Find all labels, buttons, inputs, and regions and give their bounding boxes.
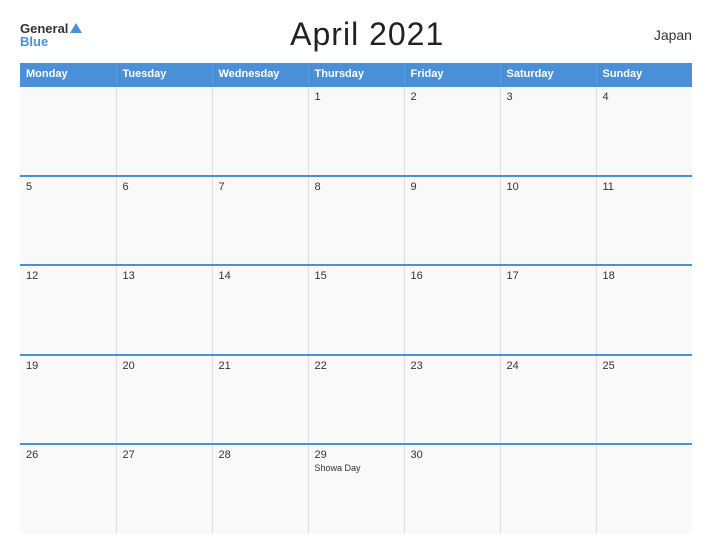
calendar-table: Monday Tuesday Wednesday Thursday Friday… [20, 63, 692, 534]
col-sunday: Sunday [596, 63, 692, 86]
day-number: 26 [26, 449, 110, 461]
day-cell: 24 [500, 355, 596, 445]
day-cell [20, 86, 116, 176]
day-cell: 14 [212, 265, 308, 355]
day-cell: 3 [500, 86, 596, 176]
day-cell: 22 [308, 355, 404, 445]
country-label: Japan [652, 27, 692, 43]
table-row: 5 6 7 8 9 10 11 [20, 176, 692, 266]
day-cell: 9 [404, 176, 500, 266]
col-monday: Monday [20, 63, 116, 86]
day-number: 21 [219, 360, 302, 372]
day-number: 28 [219, 449, 302, 461]
day-cell: 26 [20, 444, 116, 534]
day-number: 16 [411, 270, 494, 282]
day-number: 15 [315, 270, 398, 282]
day-cell: 5 [20, 176, 116, 266]
col-thursday: Thursday [308, 63, 404, 86]
day-event: Showa Day [315, 463, 398, 473]
day-cell: 8 [308, 176, 404, 266]
logo-blue-text: Blue [20, 35, 48, 48]
header: General Blue April 2021 Japan [20, 16, 692, 53]
day-number: 30 [411, 449, 494, 461]
day-cell: 11 [596, 176, 692, 266]
table-row: 19 20 21 22 23 24 25 [20, 355, 692, 445]
day-number: 22 [315, 360, 398, 372]
day-number: 19 [26, 360, 110, 372]
col-wednesday: Wednesday [212, 63, 308, 86]
day-number: 6 [123, 181, 206, 193]
day-number: 7 [219, 181, 302, 193]
calendar-page: General Blue April 2021 Japan Monday Tue… [0, 0, 712, 550]
col-friday: Friday [404, 63, 500, 86]
day-number: 1 [315, 91, 398, 103]
day-cell: 13 [116, 265, 212, 355]
day-cell: 10 [500, 176, 596, 266]
day-number: 20 [123, 360, 206, 372]
day-number: 25 [603, 360, 687, 372]
day-number: 3 [507, 91, 590, 103]
day-number: 5 [26, 181, 110, 193]
day-cell: 27 [116, 444, 212, 534]
day-cell: 7 [212, 176, 308, 266]
day-cell: 23 [404, 355, 500, 445]
logo-triangle-icon [70, 23, 82, 33]
day-number: 17 [507, 270, 590, 282]
day-number: 2 [411, 91, 494, 103]
logo-general-text: General [20, 22, 82, 35]
col-saturday: Saturday [500, 63, 596, 86]
day-number: 10 [507, 181, 590, 193]
day-number: 11 [603, 181, 687, 193]
day-cell: 4 [596, 86, 692, 176]
day-number: 23 [411, 360, 494, 372]
logo: General Blue [20, 22, 82, 48]
table-row: 1 2 3 4 [20, 86, 692, 176]
day-number: 4 [603, 91, 687, 103]
day-cell: 25 [596, 355, 692, 445]
day-cell: 28 [212, 444, 308, 534]
day-number: 14 [219, 270, 302, 282]
day-cell: 1 [308, 86, 404, 176]
day-cell: 17 [500, 265, 596, 355]
day-number: 8 [315, 181, 398, 193]
table-row: 26 27 28 29 Showa Day 30 [20, 444, 692, 534]
day-cell: 12 [20, 265, 116, 355]
day-number: 18 [603, 270, 687, 282]
day-number: 24 [507, 360, 590, 372]
day-number: 29 [315, 449, 398, 461]
calendar-header-row: Monday Tuesday Wednesday Thursday Friday… [20, 63, 692, 86]
table-row: 12 13 14 15 16 17 18 [20, 265, 692, 355]
day-cell: 21 [212, 355, 308, 445]
col-tuesday: Tuesday [116, 63, 212, 86]
day-cell: 29 Showa Day [308, 444, 404, 534]
day-cell [596, 444, 692, 534]
day-cell: 2 [404, 86, 500, 176]
month-title: April 2021 [290, 16, 444, 53]
day-cell: 6 [116, 176, 212, 266]
day-cell: 30 [404, 444, 500, 534]
day-cell: 19 [20, 355, 116, 445]
day-cell [116, 86, 212, 176]
day-cell: 15 [308, 265, 404, 355]
day-cell [500, 444, 596, 534]
day-cell: 18 [596, 265, 692, 355]
day-number: 27 [123, 449, 206, 461]
day-cell [212, 86, 308, 176]
day-cell: 16 [404, 265, 500, 355]
day-cell: 20 [116, 355, 212, 445]
day-number: 12 [26, 270, 110, 282]
day-number: 13 [123, 270, 206, 282]
day-number: 9 [411, 181, 494, 193]
